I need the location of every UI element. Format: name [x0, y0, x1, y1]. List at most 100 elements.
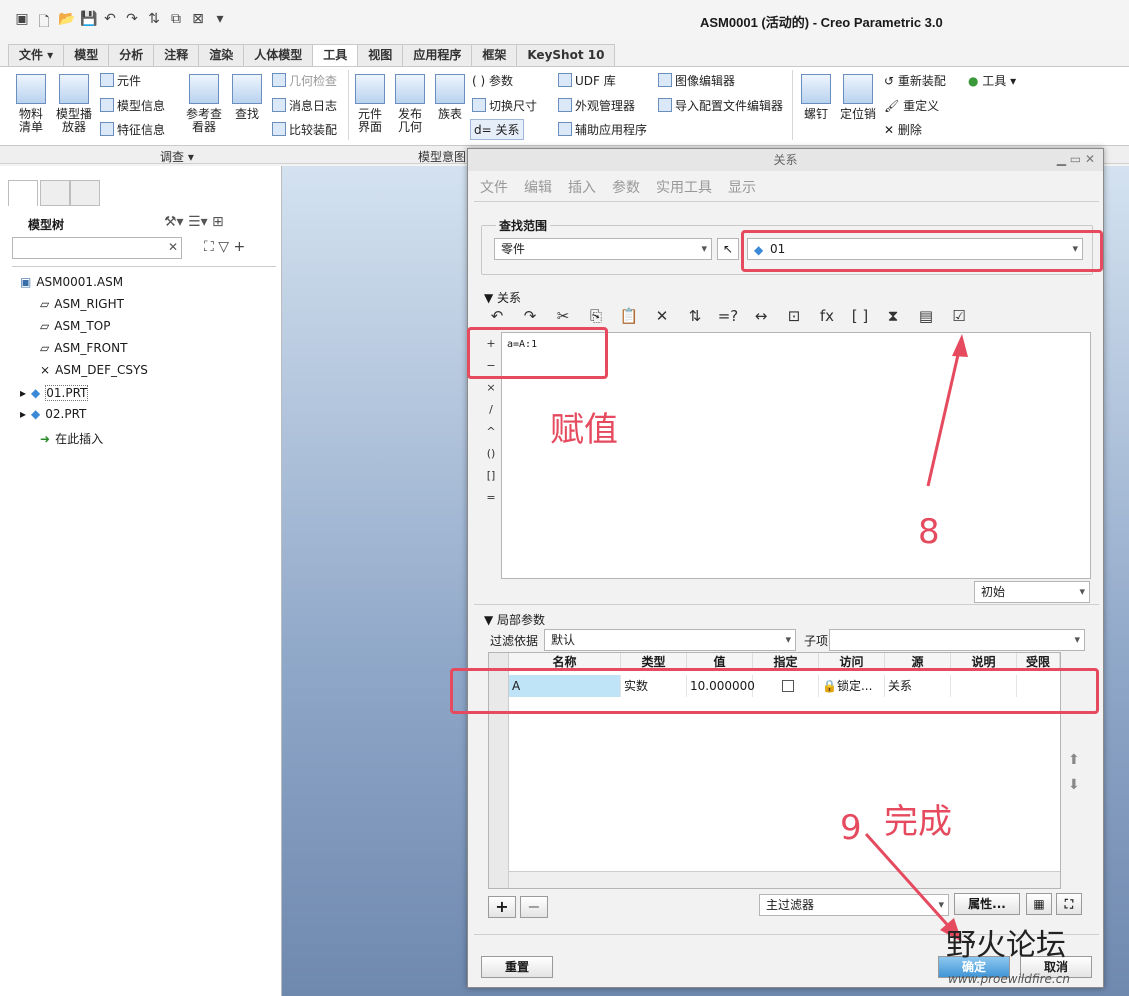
select-pointer-icon[interactable]: ↖ [717, 238, 739, 260]
show-dims-icon[interactable]: ⊡ [783, 307, 805, 325]
main-filter-select[interactable]: 主过滤器 [759, 894, 949, 916]
tab-framework[interactable]: 框架 [471, 44, 518, 66]
tab-applications[interactable]: 应用程序 [402, 44, 473, 66]
compare-asm-button[interactable]: 比较装配 [272, 121, 337, 138]
relations-section-header[interactable]: ▼ 关系 [484, 289, 521, 306]
move-down-icon[interactable]: ⬇ [1068, 777, 1080, 793]
clear-search-icon[interactable]: ✕ [168, 240, 178, 254]
bom-button[interactable]: 物料 清单 [12, 74, 50, 134]
operator-divide[interactable]: / [486, 403, 496, 416]
window-icon[interactable]: ▣ [14, 11, 30, 35]
delete-icon[interactable]: ✕ [651, 307, 673, 325]
menu-insert[interactable]: 插入 [568, 177, 596, 197]
params-button[interactable]: ( ) 参数 [472, 72, 513, 89]
tab-model[interactable]: 模型 [63, 44, 110, 66]
group-model-intent[interactable]: 模型意图 [418, 148, 466, 165]
tools-dropdown[interactable]: ● 工具 ▾ [968, 72, 1016, 89]
local-params-header[interactable]: ▼ 局部参数 [484, 611, 545, 628]
dialog-window-controls-icon[interactable]: ▁ ▭ ✕ [1057, 152, 1095, 166]
reset-button[interactable]: 重置 [481, 956, 553, 978]
tree-item-insert-here[interactable]: ➜ 在此插入 [40, 430, 103, 447]
properties-button[interactable]: 属性... [954, 893, 1020, 915]
tab-manikin[interactable]: 人体模型 [243, 44, 314, 66]
cut-icon[interactable]: ✂ [552, 307, 574, 325]
undo-icon[interactable]: ↶ [486, 307, 508, 325]
tree-item-asm-front[interactable]: ▱ ASM_FRONT [40, 341, 127, 355]
binoculars-icon[interactable]: ⛶ [1056, 893, 1082, 915]
menu-params[interactable]: 参数 [612, 177, 640, 197]
move-up-icon[interactable]: ⬆ [1068, 752, 1080, 768]
function-icon[interactable]: fx [816, 307, 838, 325]
verify-icon[interactable]: ☑ [948, 307, 970, 325]
open-folder-icon[interactable]: 📂 [58, 11, 75, 35]
pin-button[interactable]: 定位销 [838, 74, 878, 121]
paste-icon[interactable]: 📋 [618, 307, 640, 325]
tab-render[interactable]: 渲染 [198, 44, 245, 66]
tree-item-01-prt[interactable]: ▸ ◆ 01.PRT [20, 385, 89, 401]
operator-power[interactable]: ^ [486, 425, 496, 438]
horizontal-scrollbar[interactable] [509, 871, 1060, 888]
udf-lib-button[interactable]: UDF 库 [558, 72, 616, 89]
remove-param-button[interactable]: − [520, 896, 548, 918]
appearance-mgr-button[interactable]: 外观管理器 [558, 97, 635, 114]
save-icon[interactable]: 💾 [80, 11, 97, 35]
undo-icon[interactable]: ↶ [102, 11, 118, 35]
copy-icon[interactable]: ⎘ [585, 307, 607, 325]
screw-button[interactable]: 螺钉 [800, 74, 832, 121]
windows-icon[interactable]: ⧉ [168, 11, 184, 35]
redefine-button[interactable]: 🖌 重定义 [884, 97, 939, 114]
menu-file[interactable]: 文件 [480, 177, 508, 197]
table-icon[interactable]: ▦ [1026, 893, 1052, 915]
geom-check-button[interactable]: 几何检查 [272, 72, 337, 89]
comp-interface-button[interactable]: 元件 界面 [352, 74, 388, 134]
component-button[interactable]: 元件 [100, 72, 141, 89]
relations-button[interactable]: d= 关系 [470, 119, 524, 140]
redo-icon[interactable]: ↷ [519, 307, 541, 325]
tab-file[interactable]: 文件 ▾ [8, 44, 65, 66]
operator-multiply[interactable]: × [486, 381, 496, 394]
tree-item-asm-top[interactable]: ▱ ASM_TOP [40, 319, 110, 333]
expand-arrow-icon[interactable]: ▸ [20, 407, 26, 421]
delete-button[interactable]: ✕ 删除 [884, 121, 922, 138]
redo-icon[interactable]: ↷ [124, 11, 140, 35]
tree-item-asm-right[interactable]: ▱ ASM_RIGHT [40, 297, 124, 311]
group-investigate[interactable]: 调查 ▾ [160, 148, 194, 165]
find-button[interactable]: 查找 [230, 74, 264, 121]
operator-parens[interactable]: () [486, 447, 496, 460]
menu-utilities[interactable]: 实用工具 [656, 177, 712, 197]
scope-type-select[interactable]: 零件 [494, 238, 712, 260]
evaluate-icon[interactable]: =? [717, 307, 739, 325]
reassemble-button[interactable]: ↺ 重新装配 [884, 72, 946, 89]
tab-tools[interactable]: 工具 [312, 44, 359, 67]
aux-app-button[interactable]: 辅助应用程序 [558, 121, 647, 138]
switch-dims-icon[interactable]: ⇅ [684, 307, 706, 325]
sort-icon[interactable]: ⧗ [882, 307, 904, 325]
customize-dropdown-icon[interactable]: ▾ [212, 11, 228, 35]
tree-search-input[interactable] [12, 237, 182, 259]
subitem-select[interactable] [829, 629, 1085, 651]
favorites-tab[interactable] [70, 180, 100, 206]
ref-viewer-button[interactable]: 参考查 看器 [182, 74, 226, 134]
feature-info-button[interactable]: 特征信息 [100, 121, 165, 138]
model-player-button[interactable]: 模型播 放器 [52, 74, 96, 134]
image-editor-button[interactable]: 图像编辑器 [658, 72, 735, 89]
operator-equals[interactable]: = [486, 491, 496, 504]
tree-item-02-prt[interactable]: ▸ ◆ 02.PRT [20, 407, 86, 421]
import-config-button[interactable]: 导入配置文件编辑器 [658, 97, 783, 114]
new-file-icon[interactable]: 🗋 [36, 11, 52, 35]
tree-item-asm-def-csys[interactable]: ⨯ ASM_DEF_CSYS [40, 363, 148, 377]
publish-geom-button[interactable]: 发布 几何 [392, 74, 428, 134]
msg-log-button[interactable]: 消息日志 [272, 97, 337, 114]
menu-edit[interactable]: 编辑 [524, 177, 552, 197]
regenerate-icon[interactable]: ⇅ [146, 11, 162, 35]
switch-dims-button[interactable]: 切换尺寸 [472, 97, 537, 114]
tree-settings-icon[interactable]: ⚒▾ ☰▾ ⊞ [164, 214, 224, 230]
operator-brackets[interactable]: [] [486, 469, 496, 482]
family-table-button[interactable]: 族表 [432, 74, 468, 121]
dimension-icon[interactable]: ↔ [750, 307, 772, 325]
execute-icon[interactable]: ▤ [915, 307, 937, 325]
tab-view[interactable]: 视图 [357, 44, 404, 66]
menu-display[interactable]: 显示 [728, 177, 756, 197]
model-tree-tab[interactable] [8, 180, 38, 206]
expand-arrow-icon[interactable]: ▸ [20, 386, 26, 400]
